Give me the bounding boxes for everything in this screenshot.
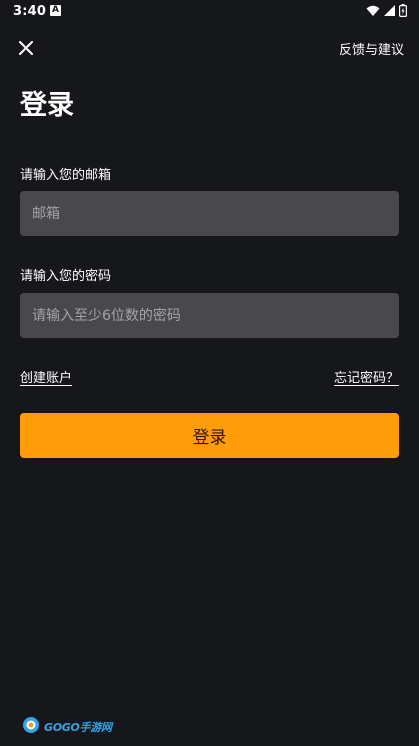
status-time: 3:40 [13, 4, 47, 19]
close-button[interactable] [13, 36, 39, 62]
notification-icon: A [50, 5, 61, 16]
status-icons [366, 3, 408, 17]
email-input[interactable] [20, 191, 399, 236]
gogo-logo-icon [22, 716, 42, 738]
wifi-icon [366, 2, 380, 21]
page-title: 登录 [20, 90, 74, 121]
signal-icon [384, 2, 395, 21]
create-account-link[interactable]: 创建账户 [20, 367, 72, 386]
battery-icon [399, 2, 408, 21]
watermark-text: GOGO手游网 [44, 721, 112, 734]
forgot-password-link[interactable]: 忘记密码？ [334, 367, 399, 386]
password-label: 请输入您的密码 [20, 269, 112, 284]
login-button[interactable]: 登录 [20, 413, 399, 458]
password-input[interactable] [20, 293, 399, 338]
status-bar: 3:40 A [0, 0, 419, 26]
email-label: 请输入您的邮箱 [20, 168, 112, 183]
watermark-logo: GOGO手游网 [22, 716, 112, 738]
login-button-label: 登录 [192, 428, 227, 448]
feedback-link[interactable]: 反馈与建议 [339, 39, 404, 58]
close-icon [19, 40, 33, 59]
